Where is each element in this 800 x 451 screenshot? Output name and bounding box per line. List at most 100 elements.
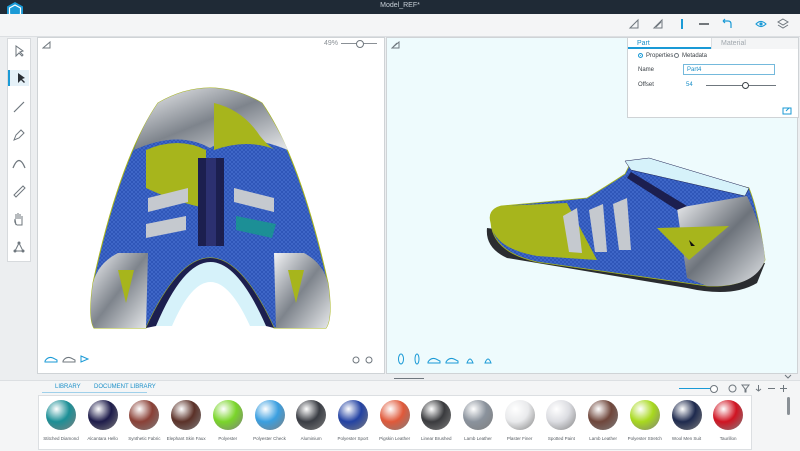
material-preview[interactable] <box>337 400 368 430</box>
layers-icon[interactable] <box>777 18 789 30</box>
material-swatch[interactable]: Aluminium <box>291 398 331 447</box>
material-name: Aluminium <box>300 436 322 441</box>
material-swatch[interactable]: Polyester Stretch <box>625 398 665 447</box>
arrow-view-icon[interactable] <box>80 354 90 364</box>
radio-metadata[interactable]: Metadata <box>674 53 707 59</box>
offset-label: Offset <box>638 82 654 88</box>
shoe-upper-pattern[interactable] <box>38 38 384 373</box>
radio-dot[interactable] <box>674 53 679 58</box>
rotate-right-icon[interactable] <box>365 356 373 364</box>
material-name: Plaster Finer <box>506 436 533 441</box>
hand-pan-icon[interactable] <box>11 211 27 227</box>
view-side-icon[interactable] <box>427 356 441 364</box>
top-toolbar <box>0 14 800 37</box>
library-scrollbar[interactable] <box>787 397 790 415</box>
tab-library[interactable]: LIBRARY <box>55 384 81 390</box>
material-preview[interactable] <box>212 400 243 430</box>
view-side-alt-icon[interactable] <box>445 356 459 364</box>
download-icon[interactable] <box>754 384 763 393</box>
ruler-icon[interactable] <box>11 183 27 199</box>
material-preview[interactable] <box>504 400 535 430</box>
material-swatch[interactable]: Polyester <box>208 398 248 447</box>
material-preview[interactable] <box>713 400 744 430</box>
pattern-2d-viewport[interactable]: 49% <box>37 37 385 374</box>
radio-properties-label: Properties <box>646 53 674 59</box>
export-icon[interactable] <box>782 106 792 115</box>
offset-value[interactable]: 54 <box>686 82 693 88</box>
material-name: Polyester Sport <box>337 436 369 441</box>
offset-slider-knob[interactable] <box>742 82 749 89</box>
material-swatch[interactable]: Elephant Skin Faux <box>166 398 206 447</box>
material-swatch[interactable]: Lamb Leather <box>458 398 498 447</box>
material-preview[interactable] <box>421 400 452 430</box>
direct-select-icon[interactable] <box>8 70 29 86</box>
radio-dot-selected[interactable] <box>638 53 643 58</box>
panel-resize-handle[interactable] <box>394 378 424 379</box>
material-preview[interactable] <box>129 400 160 430</box>
material-preview[interactable] <box>87 400 118 430</box>
material-preview[interactable] <box>588 400 619 430</box>
material-name: Lamb Leather <box>464 436 492 441</box>
material-swatch[interactable]: Polyester Check <box>250 398 290 447</box>
window-title: Model_REF* <box>380 2 420 9</box>
rotate-left-icon[interactable] <box>352 356 360 364</box>
view-bottom-icon[interactable] <box>483 355 493 365</box>
material-name: Taurillon <box>719 436 737 441</box>
material-name: Elephant Skin Faux <box>166 436 206 441</box>
library-tab-underline <box>42 392 147 393</box>
material-preview[interactable] <box>671 400 702 430</box>
shoe-side-view-icon[interactable] <box>44 355 58 363</box>
eye-icon[interactable] <box>755 18 767 30</box>
material-swatch[interactable]: Linear Brushed <box>416 398 456 447</box>
material-name: Synthetic Fabric <box>128 436 161 441</box>
material-swatch[interactable]: Spotted Paint <box>541 398 581 447</box>
nodes-icon[interactable] <box>11 239 27 255</box>
shoe-last-view-icon[interactable] <box>62 355 76 363</box>
material-name: Polyester Check <box>253 436 286 441</box>
material-name: Lamb Leather <box>589 436 617 441</box>
minus-icon[interactable] <box>767 384 776 393</box>
select-arrow-icon[interactable] <box>11 43 27 59</box>
material-preview[interactable] <box>379 400 410 430</box>
material-preview[interactable] <box>254 400 285 430</box>
pen-icon[interactable] <box>11 127 27 143</box>
flatten-icon[interactable] <box>628 18 640 30</box>
material-preview[interactable] <box>629 400 660 430</box>
material-name: Spotted Paint <box>547 436 575 441</box>
name-field[interactable]: Part4 <box>683 64 775 75</box>
title-bar: Model_REF* <box>0 0 800 20</box>
material-swatch[interactable]: Lamb Leather <box>583 398 623 447</box>
material-swatch[interactable]: Plaster Finer <box>500 398 540 447</box>
material-preview[interactable] <box>463 400 493 430</box>
tab-part[interactable]: Part <box>628 38 711 49</box>
material-swatch[interactable]: Alcantara Hello <box>83 398 123 447</box>
minimize-icon[interactable] <box>698 18 710 30</box>
radio-properties[interactable]: Properties <box>638 53 673 59</box>
tab-material[interactable]: Material <box>711 38 798 49</box>
material-swatch[interactable]: Polyester Sport <box>333 398 373 447</box>
offset-slider[interactable] <box>706 85 776 86</box>
material-preview[interactable] <box>171 400 202 430</box>
tab-document-library[interactable]: DOCUMENT LIBRARY <box>94 384 156 390</box>
material-preview[interactable] <box>46 400 76 430</box>
material-swatch[interactable]: Taurillon <box>708 398 748 447</box>
globe-search-icon[interactable] <box>728 384 737 393</box>
material-swatch[interactable]: Synthetic Fabric <box>124 398 164 447</box>
thumbnail-size-knob[interactable] <box>710 385 718 393</box>
filter-icon[interactable] <box>741 384 750 393</box>
draw-pattern-icon[interactable] <box>652 18 664 30</box>
brush-icon[interactable] <box>11 99 27 115</box>
view-back-icon[interactable] <box>413 353 421 365</box>
view-top-icon[interactable] <box>465 355 475 365</box>
undo-icon[interactable] <box>720 18 732 30</box>
material-swatch[interactable]: Pigskin Leather <box>375 398 415 447</box>
view-front-icon[interactable] <box>397 353 405 365</box>
material-preview[interactable] <box>296 400 327 430</box>
material-name: Wool Men Suit <box>671 436 702 441</box>
plus-icon[interactable] <box>779 384 788 393</box>
material-preview[interactable] <box>546 400 577 430</box>
material-swatch[interactable]: Wool Men Suit <box>667 398 707 447</box>
material-swatch[interactable]: Stitched Diamond <box>41 398 81 447</box>
curve-tool-icon[interactable] <box>11 155 27 171</box>
material-library: LIBRARY DOCUMENT LIBRARY Stitched Diamon… <box>0 380 800 451</box>
